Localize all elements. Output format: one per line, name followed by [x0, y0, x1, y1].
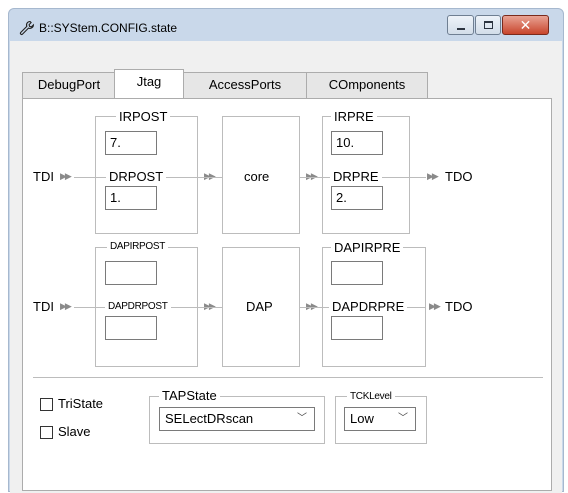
chain-line — [300, 177, 322, 178]
irpre-field[interactable]: 10. — [331, 131, 383, 155]
window-title: B::SYStem.CONFIG.state — [39, 21, 178, 35]
chain-line — [74, 177, 95, 178]
dap-label: DAP — [246, 299, 273, 314]
tcklevel-label: TCKLevel — [347, 391, 395, 402]
dapirpost-field[interactable] — [105, 261, 157, 285]
chevron-down-icon: ﹀ — [398, 413, 408, 424]
irpost-field[interactable]: 7. — [105, 131, 157, 155]
tapstate-select[interactable]: SELectDRscan ﹀ — [159, 407, 315, 431]
chain-line — [198, 177, 222, 178]
chain-line — [74, 307, 95, 308]
minimize-button[interactable] — [447, 15, 474, 35]
dapdrpre-label: DAPDRPRE — [329, 299, 408, 314]
tab-components[interactable]: COmponents — [306, 72, 428, 98]
dapirpost-label: DAPIRPOST — [107, 241, 169, 252]
title-bar[interactable]: B::SYStem.CONFIG.state ✕ — [9, 9, 563, 43]
minimize-icon — [457, 28, 465, 30]
arrow-right-icon: ▶▶ — [427, 171, 439, 181]
chain-line — [198, 307, 222, 308]
arrow-right-icon: ▶▶ — [429, 301, 441, 311]
tristate-label: TriState — [58, 396, 104, 411]
tdo-label-1: TDO — [445, 169, 473, 184]
separator — [33, 377, 543, 378]
tab-jtag[interactable]: Jtag — [114, 69, 184, 98]
arrow-right-icon: ▶▶ — [60, 301, 72, 311]
tdo-label-2: TDO — [445, 299, 473, 314]
irpre-label: IRPRE — [331, 109, 377, 124]
config-window: B::SYStem.CONFIG.state ✕ DebugPort Jtag … — [8, 8, 564, 493]
dapirpre-label: DAPIRPRE — [331, 240, 404, 255]
chevron-down-icon: ﹀ — [297, 413, 307, 424]
tdi-label-1: TDI — [33, 169, 54, 184]
irpost-label: IRPOST — [116, 109, 171, 124]
dapdrpost-label: DAPDRPOST — [105, 301, 171, 312]
wrench-icon — [19, 20, 34, 35]
drpost-label: DRPOST — [106, 169, 167, 184]
dapirpre-field[interactable] — [331, 261, 383, 285]
jtag-tab-panel: TDI ▶▶ IRPOST 7. DRPOST 1. ▶▶ core ▶▶ IR… — [22, 98, 552, 491]
tristate-checkbox[interactable] — [40, 398, 53, 411]
slave-checkbox[interactable] — [40, 426, 53, 439]
maximize-button[interactable] — [475, 15, 501, 35]
close-icon: ✕ — [519, 17, 532, 33]
tapstate-label: TAPState — [159, 388, 220, 403]
tab-accessports[interactable]: AccessPorts — [182, 72, 308, 98]
dapdrpost-field[interactable] — [105, 316, 157, 340]
slave-label: Slave — [58, 424, 91, 439]
window-client: DebugPort Jtag AccessPorts COmponents TD… — [10, 41, 562, 493]
arrow-right-icon: ▶▶ — [60, 171, 72, 181]
tapstate-value: SELectDRscan — [165, 411, 254, 426]
tab-debugport[interactable]: DebugPort — [22, 72, 116, 98]
drpost-field[interactable]: 1. — [105, 186, 157, 210]
tdi-label-2: TDI — [33, 299, 54, 314]
maximize-icon — [484, 21, 493, 29]
drpre-label: DRPRE — [330, 169, 382, 184]
core-label: core — [244, 169, 270, 184]
tcklevel-value: Low — [350, 411, 374, 426]
dapdrpre-field[interactable] — [331, 316, 383, 340]
drpre-field[interactable]: 2. — [331, 186, 383, 210]
chain-line — [300, 307, 322, 308]
close-button[interactable]: ✕ — [502, 15, 549, 35]
tcklevel-select[interactable]: Low ﹀ — [344, 407, 416, 431]
